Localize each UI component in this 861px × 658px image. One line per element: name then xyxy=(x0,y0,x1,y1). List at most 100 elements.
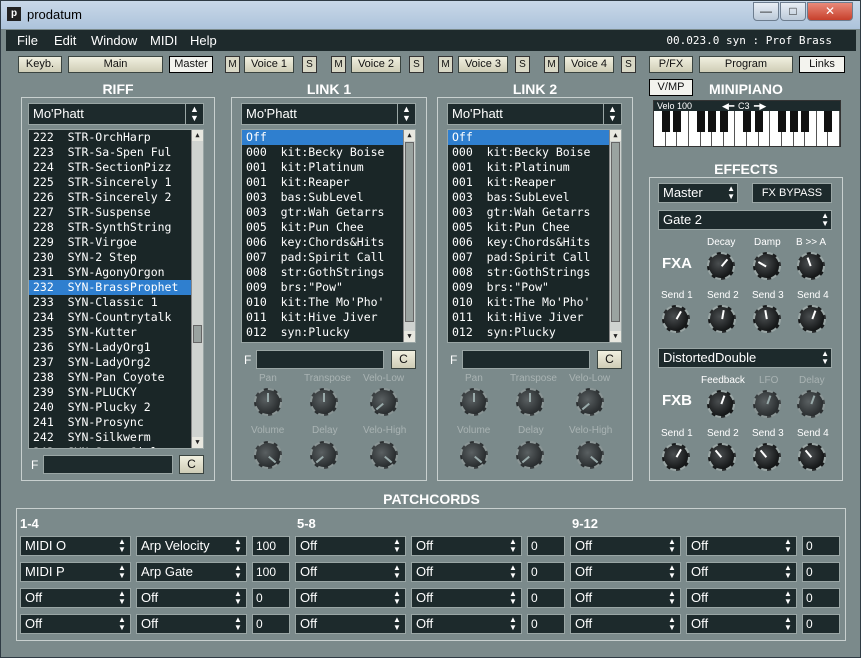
patch-destination-select[interactable]: Arp Gate ▲ ▼ xyxy=(136,562,247,582)
vmp-button[interactable]: V/MP xyxy=(649,79,693,96)
link2-list-item[interactable]: 005 kit:Pun Chee xyxy=(448,220,621,235)
patch-source-select[interactable]: Off ▲ ▼ xyxy=(20,614,131,634)
link1-list-item[interactable]: Off xyxy=(242,130,415,145)
piano-black-key[interactable] xyxy=(743,111,751,132)
patch-amount-input[interactable]: 0 xyxy=(252,588,290,608)
patch-source-select[interactable]: Off ▲ ▼ xyxy=(295,536,406,556)
link2-velo-low-knob[interactable] xyxy=(576,388,604,416)
riff-list-item[interactable]: 243 SYN-Supr Girl xyxy=(29,445,203,448)
patch-destination-select[interactable]: Off ▲ ▼ xyxy=(411,588,522,608)
fx-bypass-button[interactable]: FX BYPASS xyxy=(752,183,832,203)
link1-list-item[interactable]: 008 str:GothStrings xyxy=(242,265,415,280)
link2-list-item[interactable]: 010 kit:The Mo'Pho' xyxy=(448,295,621,310)
patch-source-select[interactable]: Off ▲ ▼ xyxy=(20,588,131,608)
minimize-button[interactable]: — xyxy=(753,2,779,21)
fxa-decay-knob[interactable] xyxy=(707,252,735,280)
patch-amount-input[interactable]: 0 xyxy=(802,588,840,608)
patch-source-select[interactable]: Off ▲ ▼ xyxy=(570,536,681,556)
riff-list-item[interactable]: 222 STR-OrchHarp xyxy=(29,130,203,145)
links-button[interactable]: Links xyxy=(799,56,845,73)
voice-1-mute[interactable]: M xyxy=(225,56,240,73)
patch-amount-input[interactable]: 0 xyxy=(527,614,565,634)
link2-transpose-knob[interactable] xyxy=(516,388,544,416)
scroll-up-icon[interactable]: ▲ xyxy=(610,130,621,141)
link2-pan-knob[interactable] xyxy=(460,388,488,416)
menu-window[interactable]: Window xyxy=(91,33,137,48)
riff-list-item[interactable]: 224 STR-SectionPizz xyxy=(29,160,203,175)
menu-file[interactable]: File xyxy=(17,33,38,48)
link1-list-item[interactable]: 005 kit:Pun Chee xyxy=(242,220,415,235)
fxa-send3-knob[interactable] xyxy=(753,305,781,333)
keyboard-button[interactable]: Keyb. xyxy=(18,56,62,73)
fx-source-select[interactable]: Master ▲ ▼ xyxy=(658,183,738,203)
link1-list-item[interactable]: 003 gtr:Wah Getarrs xyxy=(242,205,415,220)
fxa-damp-knob[interactable] xyxy=(753,252,781,280)
link1-list-item[interactable]: 001 kit:Platinum xyxy=(242,160,415,175)
link1-list-item[interactable]: 012 syn:Plucky xyxy=(242,325,415,340)
piano-black-key[interactable] xyxy=(673,111,682,132)
piano-black-key[interactable] xyxy=(708,111,717,132)
patch-source-select[interactable]: Off ▲ ▼ xyxy=(570,588,681,608)
riff-filter-input[interactable] xyxy=(43,455,173,474)
patch-amount-input[interactable]: 0 xyxy=(802,536,840,556)
voice-2-mute[interactable]: M xyxy=(331,56,346,73)
mini-piano[interactable]: Velo 100 ◀━ C3 ━▶ xyxy=(653,100,841,147)
patch-destination-select[interactable]: Off ▲ ▼ xyxy=(136,588,247,608)
riff-list-item[interactable]: 231 SYN-AgonyOrgon xyxy=(29,265,203,280)
link1-filter-input[interactable] xyxy=(256,350,384,369)
patch-source-select[interactable]: Off ▲ ▼ xyxy=(295,562,406,582)
link1-list-item[interactable]: 000 kit:Becky Boise xyxy=(242,145,415,160)
patch-amount-input[interactable]: 0 xyxy=(527,536,565,556)
patch-destination-select[interactable]: Off ▲ ▼ xyxy=(411,614,522,634)
link2-list-item[interactable]: 009 brs:"Pow" xyxy=(448,280,621,295)
link2-list-item[interactable]: 011 kit:Hive Jiver xyxy=(448,310,621,325)
menu-edit[interactable]: Edit xyxy=(54,33,76,48)
scroll-thumb[interactable] xyxy=(405,142,414,322)
piano-black-key[interactable] xyxy=(754,111,763,132)
patch-amount-input[interactable]: 100 xyxy=(252,562,290,582)
voice-2-solo[interactable]: S xyxy=(409,56,424,73)
link1-list-item[interactable]: 011 kit:Hive Jiver xyxy=(242,310,415,325)
riff-list-item[interactable]: 229 STR-Virgoe xyxy=(29,235,203,250)
fxa-send4-knob[interactable] xyxy=(798,305,826,333)
piano-octave-left-icon[interactable]: ◀━ xyxy=(722,101,734,111)
link1-list[interactable]: Off 000 kit:Becky Boise 001 kit:Platinum 00… xyxy=(241,129,416,343)
link2-list-item[interactable]: 001 kit:Platinum xyxy=(448,160,621,175)
maximize-button[interactable]: □ xyxy=(780,2,806,21)
link1-velo-high-knob[interactable] xyxy=(370,441,398,469)
link1-volume-knob[interactable] xyxy=(254,441,282,469)
scroll-down-icon[interactable]: ▼ xyxy=(610,331,621,342)
pfx-button[interactable]: P/FX xyxy=(649,56,693,73)
riff-clear-button[interactable]: C xyxy=(179,455,204,474)
riff-list-item[interactable]: 230 SYN-2 Step xyxy=(29,250,203,265)
link2-list-item[interactable]: Off xyxy=(448,130,621,145)
patch-source-select[interactable]: Off ▲ ▼ xyxy=(570,614,681,634)
riff-scrollbar[interactable]: ▲ ▼ xyxy=(191,130,203,448)
riff-list-item[interactable]: 233 SYN-Classic 1 xyxy=(29,295,203,310)
patch-destination-select[interactable]: Off ▲ ▼ xyxy=(686,614,797,634)
link1-list-item[interactable]: 009 brs:"Pow" xyxy=(242,280,415,295)
fxa-send1-knob[interactable] xyxy=(662,305,690,333)
piano-black-key[interactable] xyxy=(661,111,670,132)
riff-list-item[interactable]: 234 SYN-Countrytalk xyxy=(29,310,203,325)
link1-clear-button[interactable]: C xyxy=(391,350,416,369)
link1-pan-knob[interactable] xyxy=(254,388,282,416)
link2-rom-select[interactable]: Mo'Phatt ▲ ▼ xyxy=(447,103,622,125)
link1-transpose-knob[interactable] xyxy=(310,388,338,416)
menu-help[interactable]: Help xyxy=(190,33,217,48)
fxb-delay-knob[interactable] xyxy=(797,390,825,418)
fxb-send3-knob[interactable] xyxy=(753,443,781,471)
patch-destination-select[interactable]: Off ▲ ▼ xyxy=(136,614,247,634)
voice-3-button[interactable]: Voice 3 xyxy=(458,56,508,73)
scroll-up-icon[interactable]: ▲ xyxy=(404,130,415,141)
voice-4-mute[interactable]: M xyxy=(544,56,559,73)
program-button[interactable]: Program xyxy=(699,56,793,73)
link2-velo-high-knob[interactable] xyxy=(576,441,604,469)
link2-volume-knob[interactable] xyxy=(460,441,488,469)
link2-clear-button[interactable]: C xyxy=(597,350,622,369)
patch-destination-select[interactable]: Off ▲ ▼ xyxy=(686,588,797,608)
scroll-down-icon[interactable]: ▼ xyxy=(404,331,415,342)
voice-1-button[interactable]: Voice 1 xyxy=(244,56,294,73)
piano-black-key[interactable] xyxy=(824,111,833,132)
link1-list-item[interactable]: 006 key:Chords&Hits xyxy=(242,235,415,250)
